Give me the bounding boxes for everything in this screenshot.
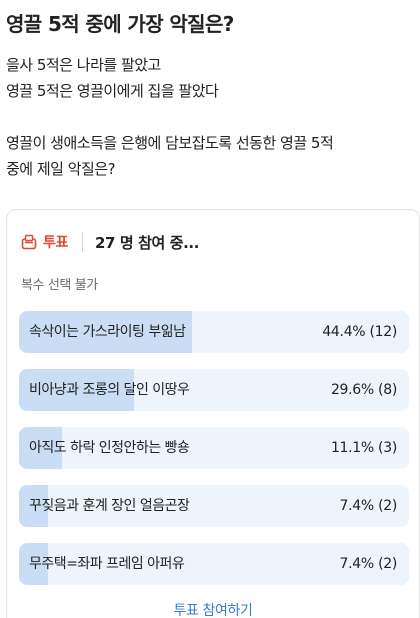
post-title: 영끌 5적 중에 가장 악질은? <box>6 12 234 36</box>
option-result: 7.4% (2) <box>339 556 398 572</box>
poll-tag: 투표 <box>43 235 68 251</box>
option-result: 29.6% (8) <box>330 382 397 398</box>
vote-button[interactable]: 투표 참여하기 <box>7 600 419 618</box>
option-label: 속삭이는 가스라이팅 부읾남 <box>29 324 186 340</box>
divider <box>81 232 83 252</box>
post-body: 을사 5적은 나라를 팔았고 영끌 5적은 영끌이에게 집을 팔았다 영끌이 생… <box>6 52 416 182</box>
participant-count: 27 명 참여 중... <box>94 233 200 252</box>
option-label: 무주택=좌파 프레임 아퍼유 <box>29 556 185 572</box>
option-result: 44.4% (12) <box>322 324 397 340</box>
option-label: 꾸짖음과 훈계 장인 얼음곤장 <box>29 498 190 514</box>
poll-option[interactable]: 아직도 하락 인정안하는 빵숑 11.1% (3) <box>19 427 409 469</box>
option-result: 11.1% (3) <box>330 440 397 456</box>
option-result: 7.4% (2) <box>339 498 398 514</box>
post-line: 을사 5적은 나라를 팔았고 <box>6 56 161 74</box>
poll-option[interactable]: 비아냥과 조롱의 달인 이땅우 29.6% (8) <box>19 369 409 411</box>
post-line: 영끌이 생애소득을 은행에 담보잡도록 선동한 영끌 5적 <box>6 134 334 152</box>
poll-option[interactable]: 꾸짖음과 훈계 장인 얼음곤장 7.4% (2) <box>19 485 409 527</box>
option-label: 아직도 하락 인정안하는 빵숑 <box>29 440 190 456</box>
poll-header: 투표 27 명 참여 중... <box>21 230 199 254</box>
poll-option[interactable]: 속삭이는 가스라이팅 부읾남 44.4% (12) <box>19 311 409 353</box>
post-line: 영끌 5적은 영끌이에게 집을 팔았다 <box>6 82 219 100</box>
poll-options: 속삭이는 가스라이팅 부읾남 44.4% (12) 비아냥과 조롱의 달인 이땅… <box>19 311 409 601</box>
poll-option[interactable]: 무주택=좌파 프레임 아퍼유 7.4% (2) <box>19 543 409 585</box>
post-line: 중에 제일 악질은? <box>6 160 116 178</box>
ballot-box-icon <box>21 234 37 250</box>
poll-card: 투표 27 명 참여 중... 복수 선택 불가 속삭이는 가스라이팅 부읾남 … <box>6 209 420 618</box>
option-label: 비아냥과 조롱의 달인 이땅우 <box>29 382 190 398</box>
selection-note: 복수 선택 불가 <box>21 278 98 293</box>
